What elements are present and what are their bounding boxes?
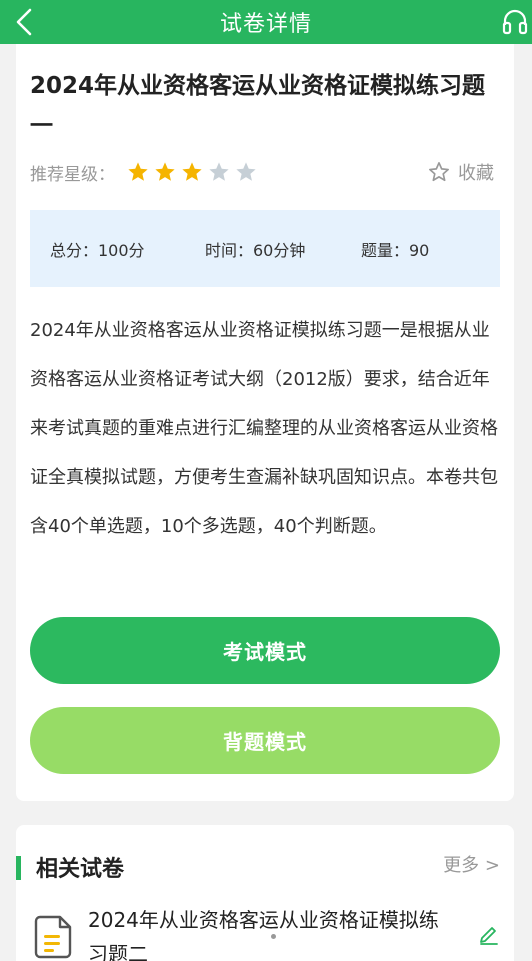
rating-row: 推荐星级： 收藏: [30, 157, 500, 187]
exam-title: 2024年从业资格客运从业资格证模拟练习题一: [30, 73, 486, 139]
related-item-title: 2024年从业资格客运从业资格证模拟练习题二: [88, 908, 439, 961]
question-count: 题量：90: [361, 240, 430, 260]
exam-detail-card: 2024年从业资格客运从业资格证模拟练习题一 推荐星级： 收藏 总分：100分 …: [16, 44, 514, 801]
star-filled-icon: [128, 162, 148, 181]
section-accent-bar: [16, 856, 21, 880]
star-outline-icon: [429, 162, 449, 182]
more-link[interactable]: 更多 >: [443, 851, 500, 877]
total-score: 总分：100分: [50, 240, 145, 260]
section-title: 相关试卷: [36, 857, 125, 882]
favorite-label: 收藏: [458, 163, 494, 184]
star-empty-icon: [236, 162, 256, 181]
exam-mode-button[interactable]: 考试模式: [30, 617, 500, 684]
rating-stars: [127, 161, 262, 183]
exam-description: 2024年从业资格客运从业资格证模拟练习题一是根据从业资格客运从业资格证考试大纲…: [30, 320, 498, 537]
page-title: 试卷详情: [219, 12, 312, 37]
exam-info-box: 总分：100分 时间：60分钟 题量：90: [30, 210, 500, 287]
top-bar: 试卷详情: [0, 0, 532, 44]
star-filled-icon: [182, 162, 202, 181]
document-icon: [34, 915, 72, 959]
headset-icon[interactable]: [502, 8, 528, 36]
rating-label: 推荐星级：: [30, 164, 115, 185]
favorite-button[interactable]: 收藏: [428, 157, 494, 187]
star-empty-icon: [209, 162, 229, 181]
edit-icon[interactable]: [478, 923, 500, 945]
related-exams-card: 相关试卷 更多 > 2024年从业资格客运从业资格证模拟练习题二: [16, 825, 514, 961]
star-filled-icon: [155, 162, 175, 181]
recite-mode-button[interactable]: 背题模式: [30, 707, 500, 774]
exam-time: 时间：60分钟: [205, 240, 306, 260]
chevron-left-icon[interactable]: [10, 6, 42, 38]
scroll-indicator-dot: [271, 934, 276, 939]
